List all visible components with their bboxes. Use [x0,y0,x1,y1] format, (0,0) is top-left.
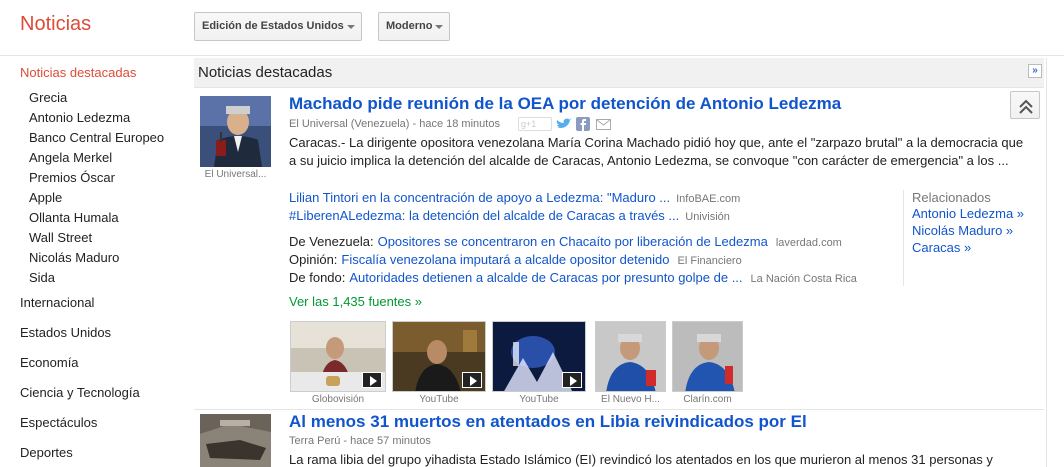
mode-dropdown-label: Moderno [386,20,433,32]
chevron-down-icon [347,25,355,29]
related-article-link[interactable]: #LiberenALedezma: la detención del alcal… [289,208,730,223]
article-label: De Venezuela: [289,234,374,249]
related-topics-title: Relacionados [912,190,991,205]
article-source: La Nación Costa Rica [750,273,857,285]
sidebar-subitem[interactable]: Premios Óscar [29,170,115,185]
story-headline[interactable]: Al menos 31 muertos en atentados en Libi… [289,412,807,432]
related-article-title[interactable]: #LiberenALedezma: la detención del alcal… [289,208,679,223]
thumbnail-caption: El Universal... [204,169,267,180]
article-label: Opinión: [289,252,338,267]
collapse-button[interactable] [1010,91,1040,119]
related-topic-link[interactable]: Antonio Ledezma » [912,205,1043,222]
sidebar-item-united-states[interactable]: Estados Unidos [20,325,111,340]
sidebar-subitem[interactable]: Sida [29,270,55,285]
article-title[interactable]: Fiscalía venezolana imputará a alcalde o… [341,252,669,267]
labeled-article-link: De fondo: Autoridades detienen a alcalde … [289,270,857,285]
sidebar-subitem[interactable]: Antonio Ledezma [29,110,130,125]
chevron-down-icon [435,25,443,29]
media-caption: Globovisión [311,394,365,405]
related-article-link[interactable]: Lilian Tintori en la concentración de ap… [289,190,740,205]
play-icon [362,372,382,388]
story-source: El Universal (Venezuela) - hace 18 minut… [289,118,500,130]
media-caption: Clarín.com [683,394,732,405]
article-source: El Financiero [677,255,742,267]
sidebar-subitem[interactable]: Wall Street [29,230,92,245]
expand-button[interactable]: » [1028,64,1042,78]
all-sources-link[interactable]: Ver las 1,435 fuentes » [289,294,422,309]
facebook-icon[interactable] [576,117,590,131]
story-snippet: La rama libia del grupo yihadista Estado… [289,452,993,467]
labeled-article-link: De Venezuela: Opositores se concentraron … [289,234,842,249]
related-topic-link[interactable]: Nicolás Maduro » [912,222,1043,239]
section-title: Noticias destacadas [198,64,333,81]
story-thumbnail[interactable] [200,96,271,167]
related-article-title[interactable]: Lilian Tintori en la concentración de ap… [289,190,670,205]
sidebar-item-international[interactable]: Internacional [20,295,94,310]
section-header: Noticias destacadas » [194,58,1044,88]
related-topics-box: Relacionados Antonio Ledezma » Nicolás M… [903,190,1043,286]
media-caption: El Nuevo H... [601,394,660,405]
sidebar-subitem[interactable]: Apple [29,190,62,205]
related-article-source: InfoBAE.com [676,193,741,205]
photo-thumbnail[interactable] [672,321,743,392]
story-thumbnail[interactable] [200,414,271,467]
sidebar-item-sports[interactable]: Deportes [20,445,73,460]
email-icon[interactable] [596,117,611,131]
logo[interactable]: Noticias [20,13,91,36]
sidebar-item-top-stories[interactable]: Noticias destacadas [20,65,136,80]
play-icon [462,372,482,388]
media-caption: YouTube [519,394,559,405]
sidebar-subitem[interactable]: Banco Central Europeo [29,130,164,145]
photo-thumbnail[interactable] [595,321,666,392]
article-source: laverdad.com [775,237,842,249]
gplus-button[interactable]: g+1 [518,117,552,131]
top-header: Noticias Edición de Estados Unidos Moder… [0,0,1064,56]
twitter-icon[interactable] [555,117,573,131]
article-title[interactable]: Opositores se concentraron en Chacaíto p… [378,234,768,249]
sidebar-item-science-tech[interactable]: Ciencia y Tecnología [20,385,140,400]
sidebar-subitem[interactable]: Grecia [29,90,67,105]
right-panel-edge [1046,58,1064,467]
edition-dropdown-label: Edición de Estados Unidos [202,20,344,32]
labeled-article-link: Opinión: Fiscalía venezolana imputará a a… [289,252,742,267]
mode-dropdown[interactable]: Moderno [378,12,450,41]
sidebar-item-entertainment[interactable]: Espectáculos [20,415,97,430]
video-thumbnail[interactable] [492,321,586,392]
sidebar-subitem[interactable]: Ollanta Humala [29,210,119,225]
story-divider [194,409,1044,410]
article-label: De fondo: [289,270,346,285]
story-snippet: Caracas.- La dirigente opositora venezol… [289,135,1024,168]
article-title[interactable]: Autoridades detienen a alcalde de Caraca… [349,270,742,285]
related-article-source: Univisión [685,211,730,223]
double-chevron-up-icon [1019,99,1033,114]
sidebar-subitem[interactable]: Angela Merkel [29,150,112,165]
related-topic-link[interactable]: Caracas » [912,239,1043,256]
media-caption: YouTube [419,394,459,405]
video-thumbnail[interactable] [290,321,386,392]
story-source: Terra Perú - hace 57 minutos [289,435,431,447]
play-icon [562,372,582,388]
sidebar-item-economy[interactable]: Economía [20,355,79,370]
edition-dropdown[interactable]: Edición de Estados Unidos [194,12,362,41]
sidebar-subitem[interactable]: Nicolás Maduro [29,250,119,265]
story-headline[interactable]: Machado pide reunión de la OEA por deten… [289,94,841,114]
video-thumbnail[interactable] [392,321,486,392]
